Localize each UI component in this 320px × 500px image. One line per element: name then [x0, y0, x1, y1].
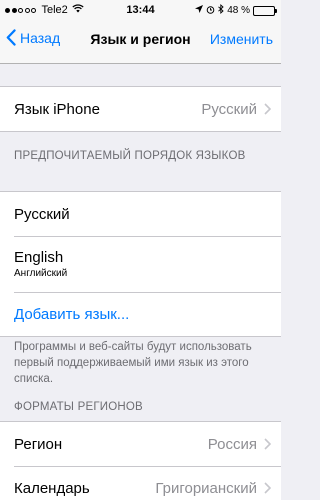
- chevron-right-icon: [264, 438, 271, 450]
- battery-percent: 48 %: [227, 5, 250, 16]
- region-row[interactable]: Регион Россия: [0, 422, 281, 466]
- status-bar: Tele2 13:44 48 %: [0, 0, 281, 20]
- navigation-bar: Назад Язык и регион Изменить: [0, 20, 281, 64]
- iphone-language-row[interactable]: Язык iPhone Русский: [0, 87, 281, 131]
- iphone-language-group: Язык iPhone Русский: [0, 86, 281, 132]
- region-formats-header: ФОРМАТЫ РЕГИОНОВ: [14, 401, 143, 413]
- iphone-language-value: Русский: [201, 100, 257, 118]
- region-label: Регион: [14, 435, 63, 453]
- calendar-value: Григорианский: [155, 479, 257, 497]
- language-item-russian[interactable]: Русский: [0, 192, 281, 236]
- battery-icon: [253, 5, 277, 16]
- calendar-row[interactable]: Календарь Григорианский: [0, 466, 281, 500]
- language-subtitle: Английский: [14, 268, 68, 279]
- language-name: English: [14, 249, 64, 266]
- language-item-english[interactable]: English Английский: [0, 236, 281, 292]
- chevron-right-icon: [264, 103, 271, 115]
- edit-button[interactable]: Изменить: [210, 31, 273, 47]
- region-value: Россия: [207, 435, 257, 453]
- chevron-right-icon: [264, 482, 271, 494]
- preferred-languages-header: ПРЕДПОЧИТАЕМЫЙ ПОРЯДОК ЯЗЫКОВ: [14, 150, 246, 162]
- preferred-languages-group: Русский English Английский Добавить язык…: [0, 191, 281, 337]
- preferred-languages-footer: Программы и веб-сайты будут использовать…: [14, 341, 252, 385]
- language-name: Русский: [14, 205, 70, 223]
- add-language-button[interactable]: Добавить язык...: [0, 292, 281, 336]
- add-language-label: Добавить язык...: [14, 305, 130, 323]
- location-arrow-icon: [195, 5, 204, 16]
- calendar-label: Календарь: [14, 479, 90, 497]
- bluetooth-icon: [218, 3, 224, 17]
- region-formats-group: Регион Россия Календарь Григорианский: [0, 421, 281, 500]
- iphone-language-label: Язык iPhone: [14, 100, 100, 118]
- alarm-icon: [206, 5, 215, 17]
- status-right: 48 %: [195, 3, 277, 17]
